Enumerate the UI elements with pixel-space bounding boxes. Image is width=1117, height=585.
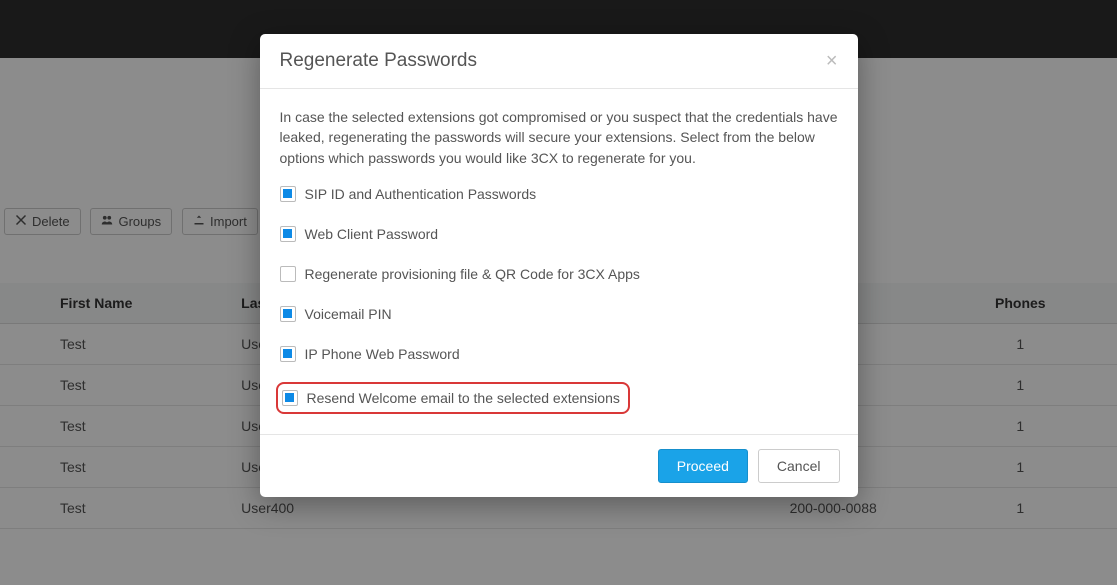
modal-description: In case the selected extensions got comp… (280, 107, 838, 168)
checkbox-voicemail[interactable] (280, 306, 296, 322)
modal-body: In case the selected extensions got comp… (260, 89, 858, 434)
option-ip-phone[interactable]: IP Phone Web Password (280, 346, 838, 362)
option-sip[interactable]: SIP ID and Authentication Passwords (280, 186, 838, 202)
option-sip-label: SIP ID and Authentication Passwords (305, 186, 537, 202)
checkbox-web-client[interactable] (280, 226, 296, 242)
checkbox-ip-phone[interactable] (280, 346, 296, 362)
option-web-client-label: Web Client Password (305, 226, 439, 242)
modal-header: Regenerate Passwords × (260, 34, 858, 89)
cancel-button[interactable]: Cancel (758, 449, 840, 483)
modal-footer: Proceed Cancel (260, 434, 858, 497)
modal-backdrop[interactable]: Regenerate Passwords × In case the selec… (0, 0, 1117, 585)
proceed-button[interactable]: Proceed (658, 449, 748, 483)
checkbox-sip[interactable] (280, 186, 296, 202)
regenerate-passwords-modal: Regenerate Passwords × In case the selec… (260, 34, 858, 497)
option-resend-highlight: Resend Welcome email to the selected ext… (276, 382, 630, 414)
modal-title: Regenerate Passwords (280, 50, 478, 72)
option-ip-phone-label: IP Phone Web Password (305, 346, 460, 362)
option-provisioning-label: Regenerate provisioning file & QR Code f… (305, 266, 640, 282)
checkbox-resend[interactable] (282, 390, 298, 406)
close-button[interactable]: × (826, 51, 838, 71)
option-resend-label: Resend Welcome email to the selected ext… (307, 390, 620, 406)
option-web-client[interactable]: Web Client Password (280, 226, 838, 242)
option-voicemail-label: Voicemail PIN (305, 306, 392, 322)
option-provisioning[interactable]: Regenerate provisioning file & QR Code f… (280, 266, 838, 282)
option-voicemail[interactable]: Voicemail PIN (280, 306, 838, 322)
checkbox-provisioning[interactable] (280, 266, 296, 282)
